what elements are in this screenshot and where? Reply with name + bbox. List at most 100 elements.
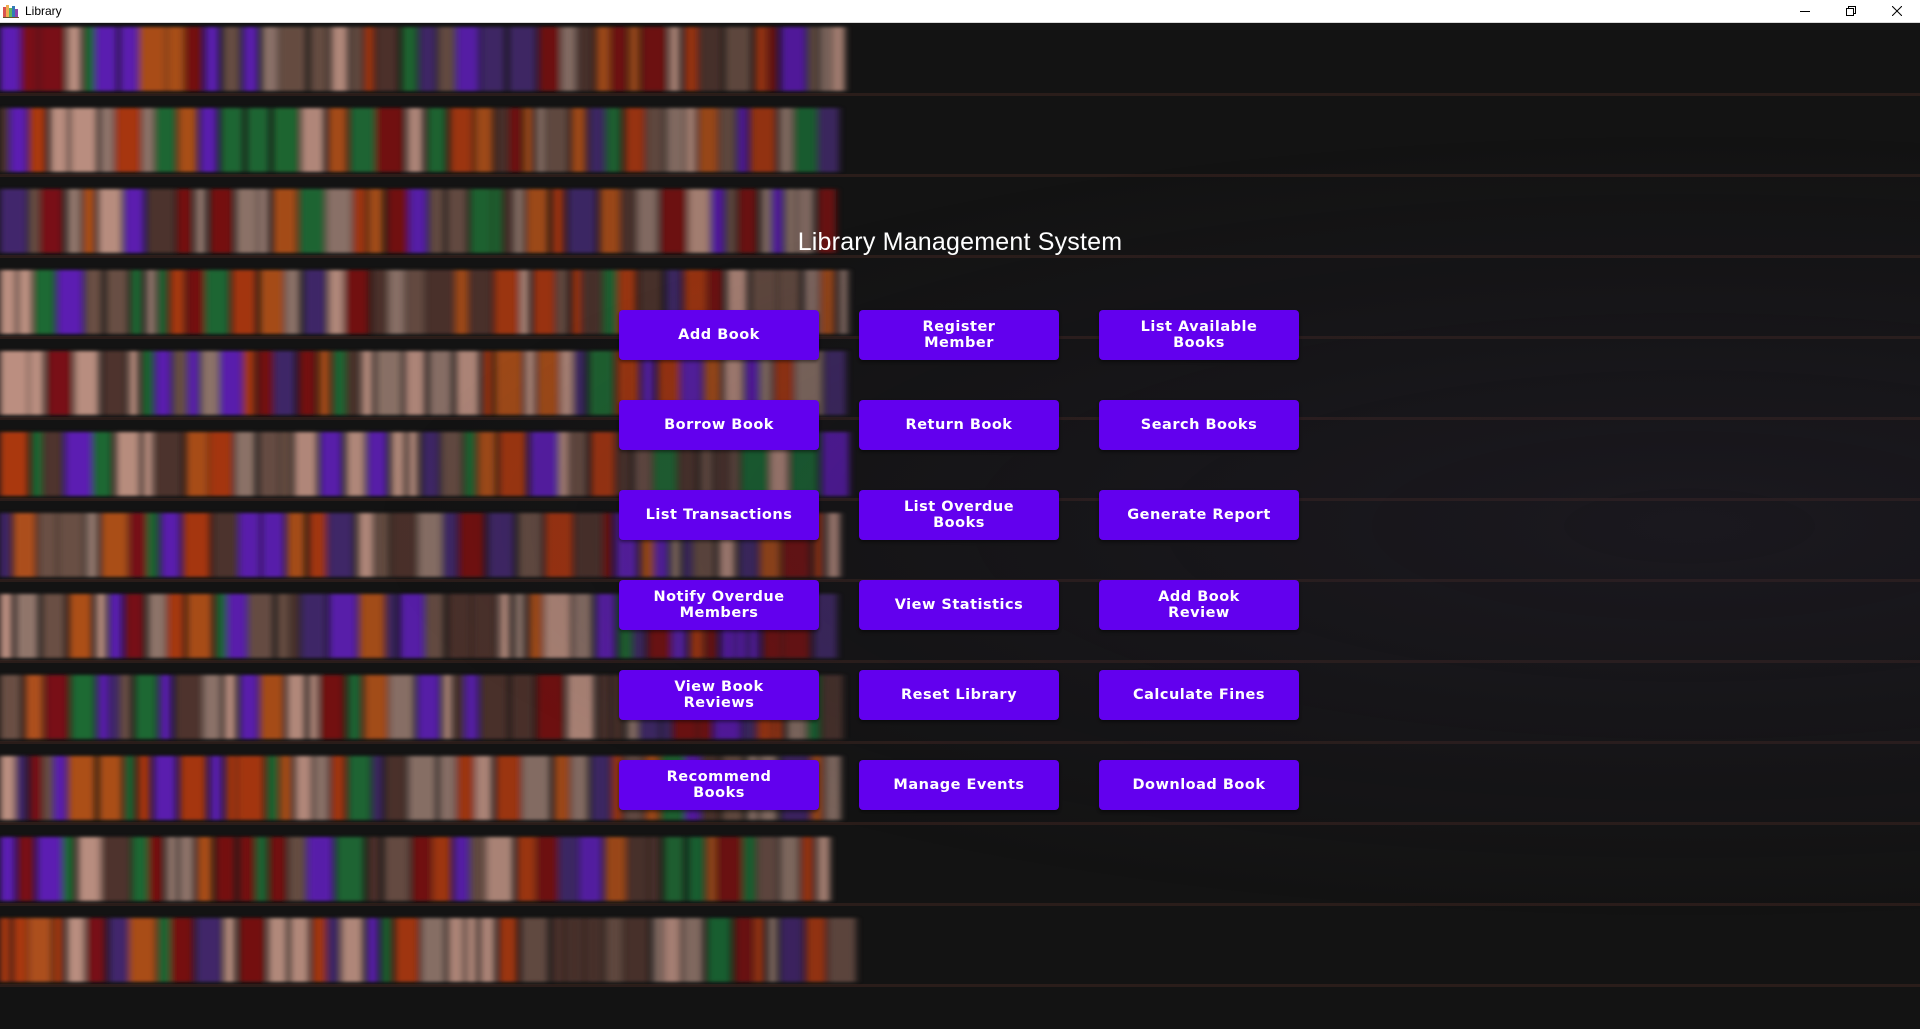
book-spine — [571, 108, 586, 172]
book-spine — [391, 513, 417, 577]
book-spine — [0, 351, 28, 415]
book-spine — [0, 27, 20, 91]
book-spine — [480, 918, 495, 982]
book-spine — [358, 513, 374, 577]
book-spine — [54, 918, 63, 982]
book-spine — [167, 27, 184, 91]
book-spine — [573, 594, 592, 658]
book-spine — [483, 351, 492, 415]
book-spine — [187, 594, 212, 658]
book-spine — [237, 756, 264, 820]
book-spine — [565, 918, 584, 982]
register-member-button[interactable]: Register Member — [859, 310, 1059, 360]
book-spine — [69, 594, 92, 658]
book-spine — [432, 837, 451, 901]
book-spine — [537, 837, 558, 901]
book-spine — [589, 351, 614, 415]
generate-report-button[interactable]: Generate Report — [1099, 490, 1299, 540]
book-spine — [329, 594, 357, 658]
download-book-button[interactable]: Download Book — [1099, 760, 1299, 810]
list-available-books-button[interactable]: List Available Books — [1099, 310, 1299, 360]
book-spine — [552, 918, 564, 982]
reset-library-button[interactable]: Reset Library — [859, 670, 1059, 720]
book-spine — [45, 675, 68, 739]
title-bar[interactable]: Library — [0, 0, 1920, 23]
book-spine — [441, 432, 462, 496]
book-spine — [167, 594, 184, 658]
book-spine — [115, 108, 141, 172]
book-spine — [0, 837, 15, 901]
manage-events-button[interactable]: Manage Events — [859, 760, 1059, 810]
list-transactions-button[interactable]: List Transactions — [619, 490, 819, 540]
book-spine — [494, 270, 519, 334]
book-spine — [129, 351, 138, 415]
book-spine — [101, 513, 128, 577]
recommend-books-button[interactable]: Recommend Books — [619, 760, 819, 810]
book-spine — [376, 351, 402, 415]
book-spine — [54, 756, 66, 820]
caption-buttons — [1782, 0, 1920, 22]
calculate-fines-button[interactable]: Calculate Fines — [1099, 670, 1299, 720]
book-spine — [93, 432, 112, 496]
book-spine — [454, 837, 469, 901]
book-spine — [170, 270, 185, 334]
close-icon — [1892, 6, 1902, 16]
book-spine — [585, 918, 603, 982]
book-spine — [288, 837, 306, 901]
book-spine — [684, 27, 698, 91]
book-spine — [743, 837, 756, 901]
borrow-book-button[interactable]: Borrow Book — [619, 400, 819, 450]
book-spine — [267, 756, 278, 820]
view-book-reviews-button[interactable]: View Book Reviews — [619, 670, 819, 720]
book-spine — [478, 432, 496, 496]
book-spine — [603, 270, 617, 334]
book-spine — [32, 432, 42, 496]
book-spine — [213, 513, 238, 577]
add-book-review-button[interactable]: Add Book Review — [1099, 580, 1299, 630]
book-spine — [277, 594, 289, 658]
notify-overdue-members-button[interactable]: Notify Overdue Members — [619, 580, 819, 630]
book-spine — [328, 108, 347, 172]
book-spine — [30, 756, 42, 820]
book-spine — [408, 756, 436, 820]
book-spine — [459, 513, 484, 577]
book-spine — [243, 351, 255, 415]
book-spine — [554, 756, 570, 820]
book-spine — [180, 756, 206, 820]
book-spine — [18, 837, 34, 901]
book-spine — [259, 432, 279, 496]
minimize-button[interactable] — [1782, 0, 1828, 22]
book-spine — [421, 918, 445, 982]
book-spine — [522, 756, 550, 820]
view-statistics-button[interactable]: View Statistics — [859, 580, 1059, 630]
return-book-button[interactable]: Return Book — [859, 400, 1059, 450]
book-spine — [0, 270, 16, 334]
add-book-button[interactable]: Add Book — [619, 310, 819, 360]
book-spine — [201, 351, 219, 415]
book-spine — [86, 513, 98, 577]
list-overdue-books-button[interactable]: List Overdue Books — [859, 490, 1059, 540]
book-spine — [688, 837, 705, 901]
book-spine — [574, 351, 585, 415]
book-spine — [220, 351, 242, 415]
book-spine — [155, 108, 176, 172]
book-spine — [439, 756, 456, 820]
book-spine — [466, 918, 477, 982]
book-spine — [376, 108, 404, 172]
book-spine — [346, 432, 365, 496]
shelf-line — [0, 903, 1920, 906]
close-button[interactable] — [1874, 0, 1920, 22]
book-spine — [247, 108, 269, 172]
book-spine — [475, 756, 492, 820]
book-spine — [309, 675, 318, 739]
book-spine — [598, 675, 610, 739]
book-spine — [173, 351, 187, 415]
book-spine — [376, 27, 398, 91]
search-books-button[interactable]: Search Books — [1099, 400, 1299, 450]
book-spine — [262, 27, 278, 91]
shelf-line — [0, 984, 1920, 987]
book-spine — [331, 756, 345, 820]
book-spine — [359, 594, 385, 658]
restore-button[interactable] — [1828, 0, 1874, 22]
book-spine — [203, 675, 221, 739]
